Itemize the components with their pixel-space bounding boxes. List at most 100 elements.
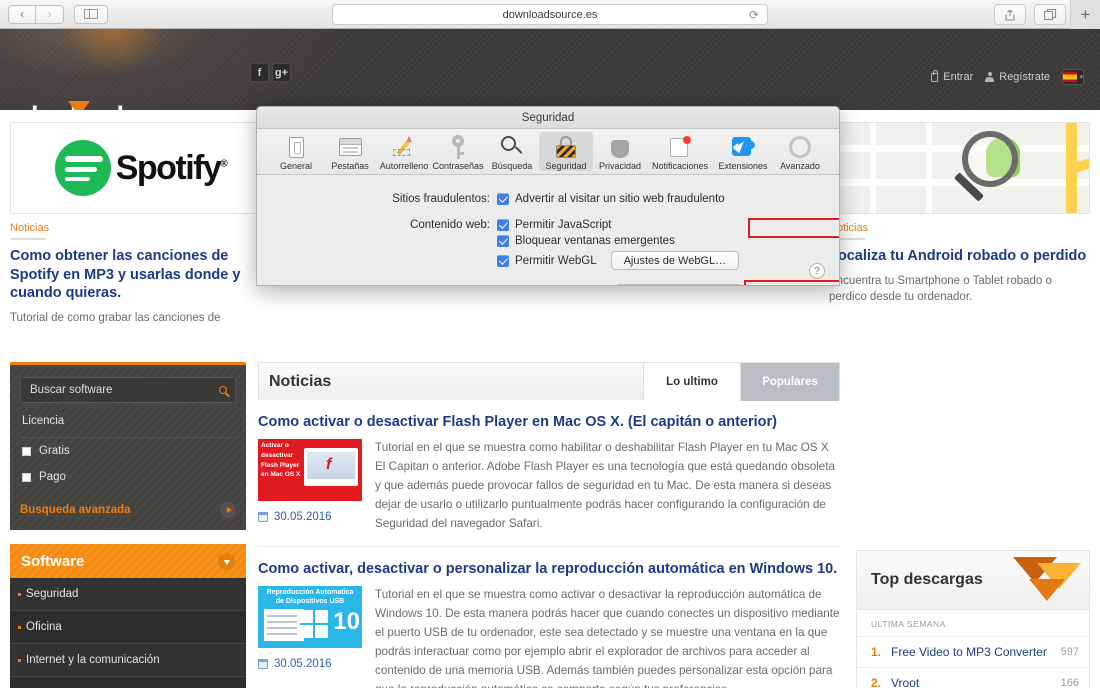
article-title-1[interactable]: Como activar o desactivar Flash Player e…	[258, 414, 840, 430]
filter-pago-label: Pago	[39, 471, 66, 483]
list-item[interactable]: 2. Vroot 166	[856, 667, 1090, 688]
download-arrows-icon	[1003, 555, 1083, 607]
preferences-body: Sitios fraudulentos: Advertir al visitar…	[257, 175, 839, 285]
checkbox-allow-webgl[interactable]	[497, 254, 509, 267]
article-thumbnail-win10[interactable]: Reproducción Automatica de Dispositivos …	[258, 585, 362, 648]
nav-buttons: ‹ ›	[8, 4, 64, 24]
forward-button[interactable]: ›	[36, 4, 64, 24]
header-glow	[40, 29, 190, 110]
facebook-icon[interactable]: f	[250, 63, 269, 82]
address-bar[interactable]: downloadsource.es ⟳	[332, 4, 768, 25]
share-icon	[1005, 9, 1015, 21]
sidebar-item-internet[interactable]: Internet y la comunicación	[10, 644, 246, 677]
tab-lo-ultimo[interactable]: Lo ultimo	[643, 362, 741, 401]
sidebar-item-seguridad[interactable]: Seguridad	[10, 578, 246, 611]
checkbox-allow-javascript[interactable]	[497, 219, 509, 231]
sidebar-item-extra[interactable]	[10, 677, 246, 688]
lock-icon	[931, 69, 939, 82]
hero-category-1[interactable]: Noticias	[10, 222, 271, 234]
pref-tab-privacidad[interactable]: Privacidad	[593, 132, 647, 171]
hand-icon	[605, 134, 635, 160]
pref-tab-seguridad[interactable]: Seguridad	[539, 132, 593, 171]
register-link[interactable]: Regístrate	[985, 71, 1050, 83]
pref-tab-contrasenas-label: Contraseñas	[432, 161, 484, 171]
reload-icon[interactable]: ⟳	[749, 8, 759, 22]
right-sidebar: Top descargas ULTIMA SEMANA 1. Free Vide…	[856, 550, 1090, 688]
sidebar-item-oficina[interactable]: Oficina	[10, 611, 246, 644]
hero-card-android[interactable]: Noticias Localiza tu Android robado o pe…	[829, 122, 1090, 326]
language-selector[interactable]: ▾	[1062, 69, 1084, 85]
pref-tab-notificaciones[interactable]: Notificaciones	[647, 132, 713, 171]
advanced-search-link[interactable]: Busqueda avanzada	[20, 490, 236, 518]
back-icon: ‹	[20, 7, 24, 21]
download-name-2[interactable]: Vroot	[891, 676, 1061, 688]
pref-tab-extensiones[interactable]: Extensiones	[713, 132, 773, 171]
hero-rule-1	[10, 238, 46, 240]
article-row: Como activar, desactivar o personalizar …	[258, 547, 840, 688]
download-name-1[interactable]: Free Video to MP3 Converter	[891, 645, 1061, 659]
hero-excerpt-4: Encuentra tu Smartphone o Tablet robado …	[829, 274, 1052, 303]
article-title-2[interactable]: Como activar, desactivar o personalizar …	[258, 561, 840, 577]
plugin-settings-button[interactable]: Ajustes de módulo…	[615, 284, 743, 285]
checkbox-block-popups[interactable]	[497, 235, 509, 247]
autofill-pencil-icon	[389, 134, 419, 160]
left-sidebar: Buscar software Licencia Gratis Pago Bus…	[10, 362, 246, 688]
site-header: f g+ donloadsource Noticias Articulos Do…	[0, 29, 1100, 133]
tab-populares[interactable]: Populares	[741, 362, 839, 401]
pref-tab-avanzado-label: Avanzado	[780, 161, 820, 171]
google-plus-icon[interactable]: g+	[272, 63, 291, 82]
software-search-input[interactable]: Buscar software	[20, 377, 236, 403]
hero-category-4[interactable]: Noticias	[829, 222, 1090, 234]
pref-tab-busqueda[interactable]: Búsqueda	[485, 132, 539, 171]
software-search-icon[interactable]	[219, 386, 227, 394]
new-tab-button[interactable]: +	[1070, 0, 1100, 29]
hero-card-spotify[interactable]: Spotify® Noticias Como obtener las canci…	[10, 122, 271, 326]
share-button[interactable]	[994, 4, 1026, 25]
calendar-icon	[258, 512, 268, 522]
magnifier-icon	[962, 131, 1018, 187]
help-button[interactable]: ?	[809, 263, 825, 279]
list-item[interactable]: 1. Free Video to MP3 Converter 597	[856, 636, 1090, 667]
safari-preferences-dialog: Seguridad General Pestañas Autorrelleno …	[256, 106, 840, 286]
register-label: Regístrate	[999, 71, 1050, 83]
hero-title-1[interactable]: Como obtener las canciones de Spotify en…	[10, 247, 271, 303]
filter-gratis[interactable]: Gratis	[20, 438, 236, 464]
pref-tab-avanzado[interactable]: Avanzado	[773, 132, 827, 171]
login-link[interactable]: Entrar	[931, 69, 973, 83]
sidebar-toggle-button[interactable]	[74, 4, 108, 24]
tabs-icon	[335, 134, 365, 160]
checkbox-gratis[interactable]	[22, 446, 31, 456]
top-downloads-title: Top descargas	[871, 571, 983, 588]
flash-f-glyph: f	[326, 456, 332, 473]
software-category-header[interactable]: Software	[10, 544, 246, 578]
filter-pago[interactable]: Pago	[20, 464, 236, 490]
software-filter-box: Buscar software Licencia Gratis Pago Bus…	[10, 362, 246, 530]
pref-tab-pestanas[interactable]: Pestañas	[323, 132, 377, 171]
thumb-line-1: Reproducción Automatica	[266, 588, 354, 596]
filter-gratis-label: Gratis	[39, 445, 70, 457]
pref-text-warn-fraudulent: Advertir al visitar un sitio web fraudul…	[515, 193, 725, 205]
download-count-1: 597	[1060, 646, 1079, 658]
pref-label-fraudulent: Sitios fraudulentos:	[392, 193, 490, 205]
top-downloads-subtitle: ULTIMA SEMANA	[856, 610, 1090, 636]
google-plus-glyph: g+	[274, 66, 289, 79]
pref-row-internet-plugins: Módulos de Internet: Permitir módulos Aj…	[257, 284, 839, 285]
pref-tab-contrasenas[interactable]: Contraseñas	[431, 132, 485, 171]
show-all-tabs-button[interactable]	[1034, 4, 1066, 25]
rank-1: 1.	[871, 645, 882, 659]
checkbox-warn-fraudulent[interactable]	[497, 193, 509, 205]
pref-tab-autorrelleno[interactable]: Autorrelleno	[377, 132, 431, 171]
hero-thumb-android	[829, 122, 1090, 214]
arrow-right-icon[interactable]	[220, 502, 236, 518]
chevron-down-icon[interactable]	[218, 552, 235, 570]
main-content: Buscar software Licencia Gratis Pago Bus…	[0, 350, 1100, 688]
pref-row-webgl: Permitir WebGL Ajustes de WebGL…	[257, 251, 839, 270]
checkbox-pago[interactable]	[22, 472, 31, 482]
pref-tab-general[interactable]: General	[269, 132, 323, 171]
webgl-settings-button[interactable]: Ajustes de WebGL…	[610, 251, 740, 270]
article-thumbnail-flash[interactable]: Activar o desactivar Flash Player en Mac…	[258, 439, 362, 501]
hero-title-4[interactable]: Localiza tu Android robado o perdido	[829, 247, 1090, 266]
back-button[interactable]: ‹	[8, 4, 36, 24]
spotify-circle-icon	[54, 140, 111, 196]
window-controls	[265, 112, 279, 123]
